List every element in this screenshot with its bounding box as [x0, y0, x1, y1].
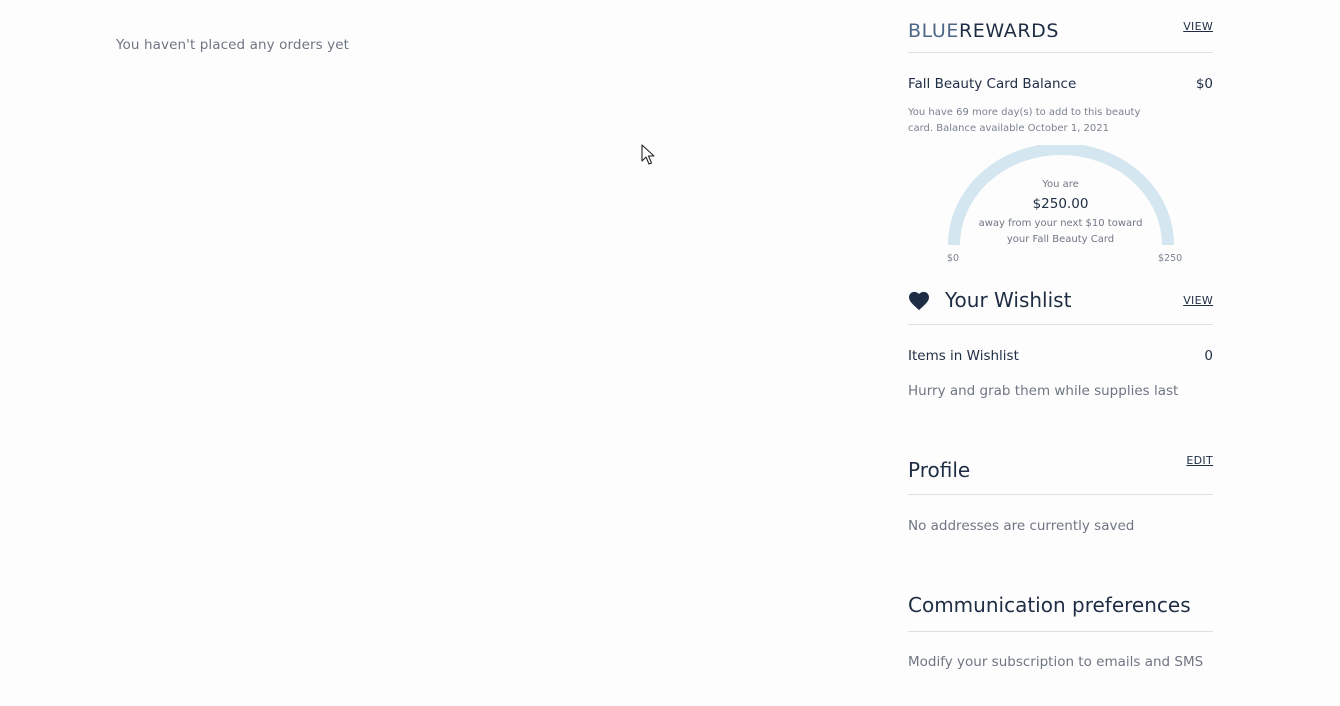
rewards-view-link[interactable]: VIEW: [1183, 20, 1213, 33]
wishlist-items-label: Items in Wishlist: [908, 348, 1019, 364]
no-addresses-text: No addresses are currently saved: [908, 518, 1135, 534]
gauge-text-line2: your Fall Beauty Card: [1006, 234, 1115, 245]
balance-row: Fall Beauty Card Balance $0: [908, 76, 1213, 92]
mouse-cursor-icon: [641, 144, 655, 170]
balance-value: $0: [1195, 76, 1213, 92]
rewards-title-blue: BLUE: [908, 20, 959, 42]
wishlist-view-link[interactable]: VIEW: [1183, 294, 1213, 307]
heart-icon: [908, 291, 930, 315]
rewards-note: You have 69 more day(s) to add to this b…: [908, 107, 1141, 134]
wishlist-items-count: 0: [1204, 348, 1213, 364]
wishlist-title: Your Wishlist: [945, 288, 1072, 312]
account-sidebar: BLUEREWARDS VIEW Fall Beauty Card Balanc…: [908, 0, 1213, 670]
rewards-header: BLUEREWARDS VIEW: [908, 0, 1213, 53]
orders-empty-message: You haven't placed any orders yet: [116, 37, 350, 53]
gauge-text-line1: away from your next $10 toward: [978, 218, 1143, 229]
communication-modify-link[interactable]: Modify your subscription to emails and S…: [908, 654, 1213, 670]
gauge-you-are: You are: [1042, 179, 1079, 190]
profile-header: Profile EDIT: [908, 454, 1213, 495]
rewards-title: BLUEREWARDS: [908, 20, 1059, 42]
profile-title: Profile: [908, 458, 971, 482]
communication-header: Communication preferences: [908, 588, 1213, 632]
wishlist-hurry-text: Hurry and grab them while supplies last: [908, 383, 1179, 399]
profile-edit-link[interactable]: EDIT: [1186, 454, 1213, 467]
communication-title: Communication preferences: [908, 593, 1191, 617]
wishlist-header: Your Wishlist VIEW: [908, 286, 1213, 325]
rewards-title-rest: REWARDS: [959, 20, 1060, 42]
gauge-max-label: $250: [1158, 253, 1183, 264]
gauge-amount: $250.00: [1032, 196, 1089, 212]
balance-label: Fall Beauty Card Balance: [908, 76, 1077, 92]
wishlist-count-row: Items in Wishlist 0: [908, 348, 1213, 364]
gauge-min-label: $0: [947, 253, 960, 264]
rewards-gauge: You are $250.00 away from your next $10 …: [908, 145, 1213, 275]
